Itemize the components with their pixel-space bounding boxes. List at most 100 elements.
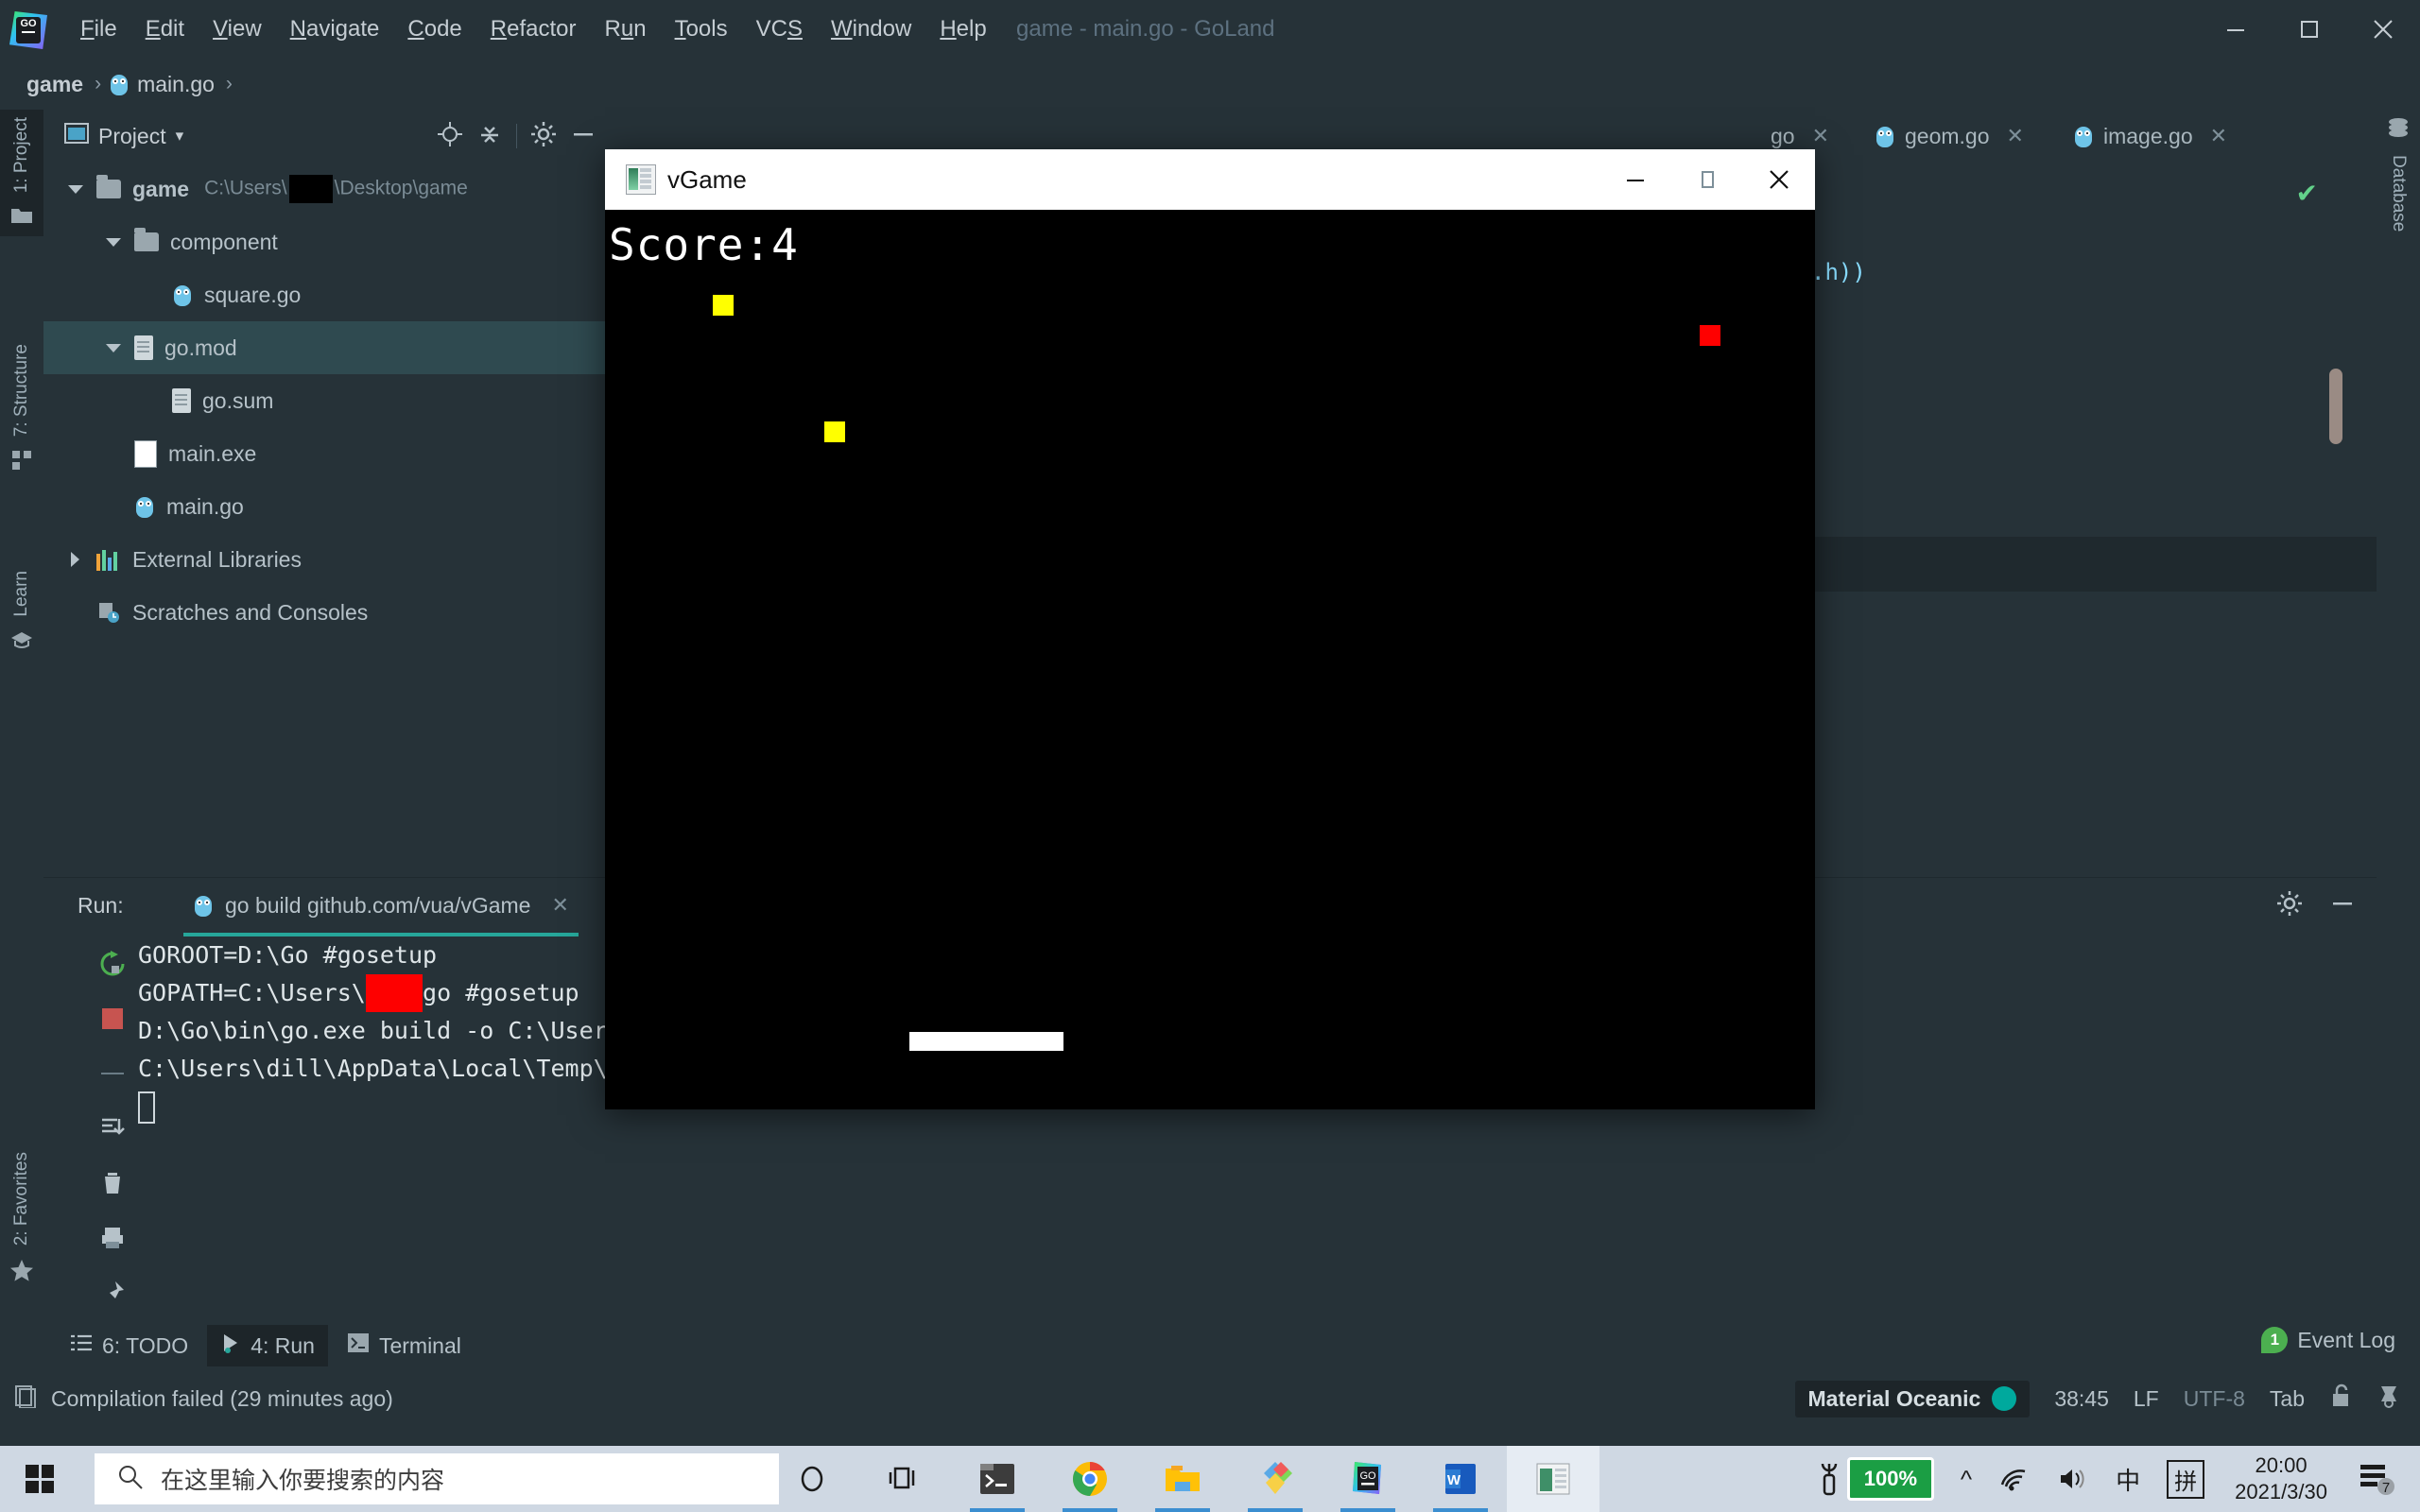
menu-edit[interactable]: Edit (131, 0, 199, 59)
sidebar-item-learn[interactable]: Learn (0, 563, 43, 661)
tree-item-component[interactable]: component (43, 215, 606, 268)
menu-refactor[interactable]: Refactor (476, 0, 591, 59)
lock-icon[interactable] (2329, 1383, 2352, 1414)
line-separator[interactable]: LF (2134, 1386, 2159, 1412)
editor-scrollbar[interactable] (2329, 369, 2342, 444)
trash-icon[interactable] (91, 1156, 134, 1211)
game-canvas[interactable]: Score:4 (605, 210, 1815, 1109)
menu-view[interactable]: View (199, 0, 276, 59)
menu-vcs[interactable]: VCS (742, 0, 817, 59)
tree-item-main-exe[interactable]: main.exe (43, 427, 606, 480)
chrome-icon[interactable] (1044, 1446, 1136, 1512)
menu-run[interactable]: Run (591, 0, 661, 59)
locate-icon[interactable] (437, 121, 463, 152)
goland-icon[interactable]: GO (1322, 1446, 1414, 1512)
close-icon[interactable]: ✕ (551, 893, 568, 918)
close-icon[interactable]: ✕ (2210, 124, 2227, 148)
tree-item-scratches-and-consoles[interactable]: Scratches and Consoles (43, 586, 606, 639)
sidebar-item-project[interactable]: 1: Project (0, 110, 43, 236)
show-hidden-icons-chevron[interactable]: ^ (1947, 1465, 1985, 1494)
start-button[interactable] (0, 1446, 79, 1512)
collapse-all-icon[interactable] (476, 121, 503, 152)
word-icon[interactable]: W (1414, 1446, 1507, 1512)
sidebar-item-favorites[interactable]: 2: Favorites (0, 1144, 43, 1294)
close-icon[interactable] (2346, 0, 2420, 59)
encoding[interactable]: UTF-8 (2184, 1386, 2245, 1412)
task-view-icon[interactable] (858, 1446, 951, 1512)
hide-panel-icon[interactable] (570, 121, 596, 152)
breadcrumb-file[interactable]: main.go (109, 72, 218, 97)
print-icon[interactable] (91, 1211, 134, 1265)
rerun-icon[interactable] (91, 936, 134, 991)
left-tool-strip: 1: Project 7: Structure Learn 2: Favorit… (0, 110, 44, 1338)
tree-item-label: main.exe (168, 441, 256, 467)
menu-tools[interactable]: Tools (661, 0, 742, 59)
colorful-app-icon[interactable] (1229, 1446, 1322, 1512)
chevron-down-icon[interactable] (102, 336, 125, 359)
menu-file[interactable]: File (66, 0, 131, 59)
menu-window[interactable]: Window (817, 0, 925, 59)
tree-item-go-mod[interactable]: go.mod (43, 321, 606, 374)
pin-icon[interactable] (91, 1265, 134, 1320)
vgame-title-bar[interactable]: vGame (605, 149, 1815, 210)
gear-icon[interactable] (2276, 890, 2303, 921)
taskbar-search-input[interactable]: 在这里输入你要搜索的内容 (95, 1453, 779, 1504)
stop-icon[interactable] (91, 991, 134, 1046)
chevron-down-icon[interactable] (64, 178, 87, 200)
screen: GO FileEditViewNavigateCodeRefactorRunTo… (0, 0, 2420, 1512)
gear-icon[interactable] (530, 121, 557, 152)
chevron-right-icon[interactable] (64, 548, 87, 571)
theme-widget[interactable]: Material Oceanic (1795, 1381, 2031, 1418)
divider (516, 124, 517, 148)
ime-pinyin-icon[interactable]: 拼 (2153, 1460, 2218, 1499)
sidebar-item-structure[interactable]: 7: Structure (0, 336, 43, 482)
folder-icon (134, 232, 159, 251)
ime-mode-icon[interactable]: 中 (2102, 1462, 2153, 1497)
close-icon[interactable]: ✕ (2007, 124, 2024, 148)
taskbar-clock[interactable]: 20:00 2021/3/30 (2218, 1452, 2344, 1505)
cortana-icon[interactable] (766, 1446, 858, 1512)
breadcrumb-project[interactable]: game (26, 72, 87, 97)
svg-text:7: 7 (2382, 1480, 2390, 1496)
run-tab[interactable]: go build github.com/vua/vGame ✕ (183, 878, 579, 936)
tree-item-external-libraries[interactable]: External Libraries (43, 533, 606, 586)
tree-item-go-sum[interactable]: go.sum (43, 374, 606, 427)
terminal-icon[interactable] (951, 1446, 1044, 1512)
hide-panel-icon[interactable] (2329, 890, 2356, 921)
indent-setting[interactable]: Tab (2270, 1386, 2305, 1412)
tab-run[interactable]: 4: Run (207, 1325, 328, 1366)
vgame-window[interactable]: vGame Score:4 (605, 149, 1815, 1109)
minimize-icon[interactable] (1599, 149, 1671, 210)
maximize-icon[interactable] (2273, 0, 2346, 59)
minimize-icon[interactable] (2199, 0, 2273, 59)
inspection-level-icon[interactable] (2377, 1383, 2401, 1414)
tree-item-main-go[interactable]: main.go (43, 480, 606, 533)
close-icon[interactable] (1743, 149, 1815, 210)
event-log-widget[interactable]: 1 Event Log (2261, 1327, 2395, 1353)
vgame-taskbar-icon[interactable] (1507, 1446, 1599, 1512)
scroll-to-end-icon[interactable] (91, 1101, 134, 1156)
battery-widget[interactable]: 100% (1800, 1457, 1947, 1501)
sidebar-item-database[interactable]: Database (2377, 117, 2420, 239)
close-icon[interactable]: ✕ (1812, 124, 1829, 148)
inspection-ok-icon[interactable]: ✔ (2296, 178, 2318, 209)
menu-navigate[interactable]: Navigate (276, 0, 394, 59)
project-panel-title[interactable]: Project ▾ (64, 110, 183, 163)
scratches-icon (96, 601, 121, 624)
file-explorer-icon[interactable] (1136, 1446, 1229, 1512)
tree-item-game[interactable]: gameC:\Users\\Desktop\game (43, 163, 606, 215)
wifi-icon[interactable] (1985, 1466, 2044, 1492)
tree-item-square-go[interactable]: square.go (43, 268, 606, 321)
tab-todo[interactable]: 6: TODO (57, 1326, 201, 1366)
menu-help[interactable]: Help (925, 0, 1000, 59)
editor-tab-image[interactable]: image.go ✕ (2062, 110, 2238, 163)
notification-center-icon[interactable]: 7 (2344, 1461, 2411, 1497)
caret-position[interactable]: 38:45 (2054, 1386, 2109, 1412)
chevron-down-icon[interactable] (102, 231, 125, 253)
editor-tab-geom[interactable]: geom.go ✕ (1863, 110, 2035, 163)
tab-terminal[interactable]: Terminal (334, 1325, 475, 1366)
menu-code[interactable]: Code (393, 0, 475, 59)
maximize-icon[interactable] (1671, 149, 1743, 210)
volume-icon[interactable] (2044, 1466, 2102, 1492)
status-message[interactable]: Compilation failed (29 minutes ago) (51, 1386, 393, 1412)
